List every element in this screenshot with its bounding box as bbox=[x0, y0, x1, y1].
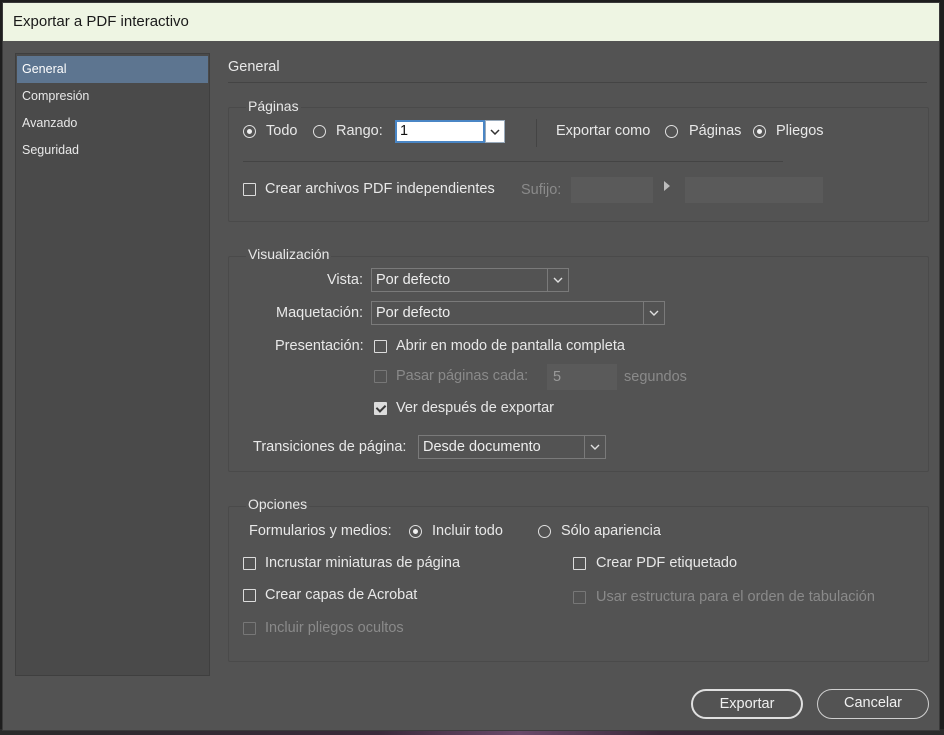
include-all-label: Incluir todo bbox=[432, 523, 503, 539]
title-divider bbox=[228, 82, 927, 83]
cancel-button[interactable]: Cancelar bbox=[817, 689, 929, 719]
suffix-input[interactable] bbox=[571, 177, 653, 203]
transitions-select-value: Desde documento bbox=[423, 439, 541, 455]
hidden-spreads-checkbox[interactable] bbox=[243, 622, 256, 635]
view-select-value: Por defecto bbox=[376, 272, 451, 288]
appearance-only-label: Sólo apariencia bbox=[561, 523, 661, 539]
sidebar: General Compresión Avanzado Seguridad bbox=[15, 53, 210, 676]
tagged-pdf-label: Crear PDF etiquetado bbox=[596, 555, 738, 571]
view-legend: Visualización bbox=[246, 246, 332, 262]
acrobat-layers-checkbox[interactable] bbox=[243, 589, 256, 602]
layout-label: Maquetación: bbox=[276, 305, 364, 321]
suffix-label: Sufijo: bbox=[521, 182, 562, 198]
export-as-label: Exportar como bbox=[556, 123, 651, 139]
export-pages-label: Páginas bbox=[689, 123, 742, 139]
window-title: Exportar a PDF interactivo bbox=[3, 3, 939, 41]
range-dropdown-button[interactable] bbox=[485, 120, 505, 143]
pages-all-label: Todo bbox=[266, 123, 298, 139]
pages-range-label: Rango: bbox=[336, 123, 383, 139]
chevron-down-icon bbox=[643, 302, 664, 324]
layout-select[interactable]: Por defecto bbox=[371, 301, 665, 325]
pages-range-radio[interactable] bbox=[313, 125, 326, 138]
flip-pages-label: Pasar páginas cada: bbox=[396, 368, 529, 384]
flip-seconds-input[interactable]: 5 bbox=[547, 364, 617, 390]
sidebar-item-compression[interactable]: Compresión bbox=[17, 83, 208, 110]
export-pages-radio[interactable] bbox=[665, 125, 678, 138]
chevron-down-icon bbox=[547, 269, 568, 291]
pages-all-radio[interactable] bbox=[243, 125, 256, 138]
chevron-down-icon bbox=[490, 128, 500, 135]
separate-files-label: Crear archivos PDF independientes bbox=[265, 181, 495, 197]
acrobat-layers-label: Crear capas de Acrobat bbox=[265, 587, 418, 603]
fullscreen-checkbox[interactable] bbox=[374, 340, 387, 353]
options-legend: Opciones bbox=[246, 496, 310, 512]
appearance-only-radio[interactable] bbox=[538, 525, 551, 538]
pages-divider bbox=[243, 161, 783, 162]
view-label: Vista: bbox=[327, 272, 364, 288]
include-all-radio[interactable] bbox=[409, 525, 422, 538]
vertical-divider bbox=[536, 119, 537, 147]
thumbnails-label: Incrustar miniaturas de página bbox=[265, 555, 461, 571]
flip-pages-checkbox[interactable] bbox=[374, 370, 387, 383]
export-dialog: Exportar a PDF interactivo General Compr… bbox=[2, 2, 940, 731]
sidebar-item-advanced[interactable]: Avanzado bbox=[17, 110, 208, 137]
export-button[interactable]: Exportar bbox=[691, 689, 803, 719]
range-input[interactable]: 1 bbox=[395, 120, 485, 143]
transitions-label: Transiciones de página: bbox=[253, 439, 407, 455]
suffix-menu-icon[interactable] bbox=[664, 181, 670, 191]
separate-files-checkbox[interactable] bbox=[243, 183, 256, 196]
sidebar-item-general[interactable]: General bbox=[17, 56, 208, 83]
chevron-down-icon bbox=[584, 436, 605, 458]
view-after-export-label: Ver después de exportar bbox=[396, 400, 554, 416]
flip-unit-label: segundos bbox=[624, 369, 687, 385]
export-spreads-label: Pliegos bbox=[776, 123, 824, 139]
presentation-label: Presentación: bbox=[275, 338, 364, 354]
tab-order-label: Usar estructura para el orden de tabulac… bbox=[596, 589, 875, 605]
tagged-pdf-checkbox[interactable] bbox=[573, 557, 586, 570]
sidebar-item-security[interactable]: Seguridad bbox=[17, 137, 208, 164]
layout-select-value: Por defecto bbox=[376, 305, 451, 321]
fullscreen-label: Abrir en modo de pantalla completa bbox=[396, 338, 625, 354]
suffix-token-input[interactable] bbox=[685, 177, 823, 203]
transitions-select[interactable]: Desde documento bbox=[418, 435, 606, 459]
tab-order-checkbox[interactable] bbox=[573, 591, 586, 604]
hidden-spreads-label: Incluir pliegos ocultos bbox=[265, 620, 404, 636]
export-spreads-radio[interactable] bbox=[753, 125, 766, 138]
forms-label: Formularios y medios: bbox=[249, 523, 392, 539]
pages-legend: Páginas bbox=[246, 98, 301, 114]
page-title: General bbox=[228, 59, 280, 75]
view-after-export-checkbox[interactable] bbox=[374, 402, 387, 415]
view-select[interactable]: Por defecto bbox=[371, 268, 569, 292]
thumbnails-checkbox[interactable] bbox=[243, 557, 256, 570]
